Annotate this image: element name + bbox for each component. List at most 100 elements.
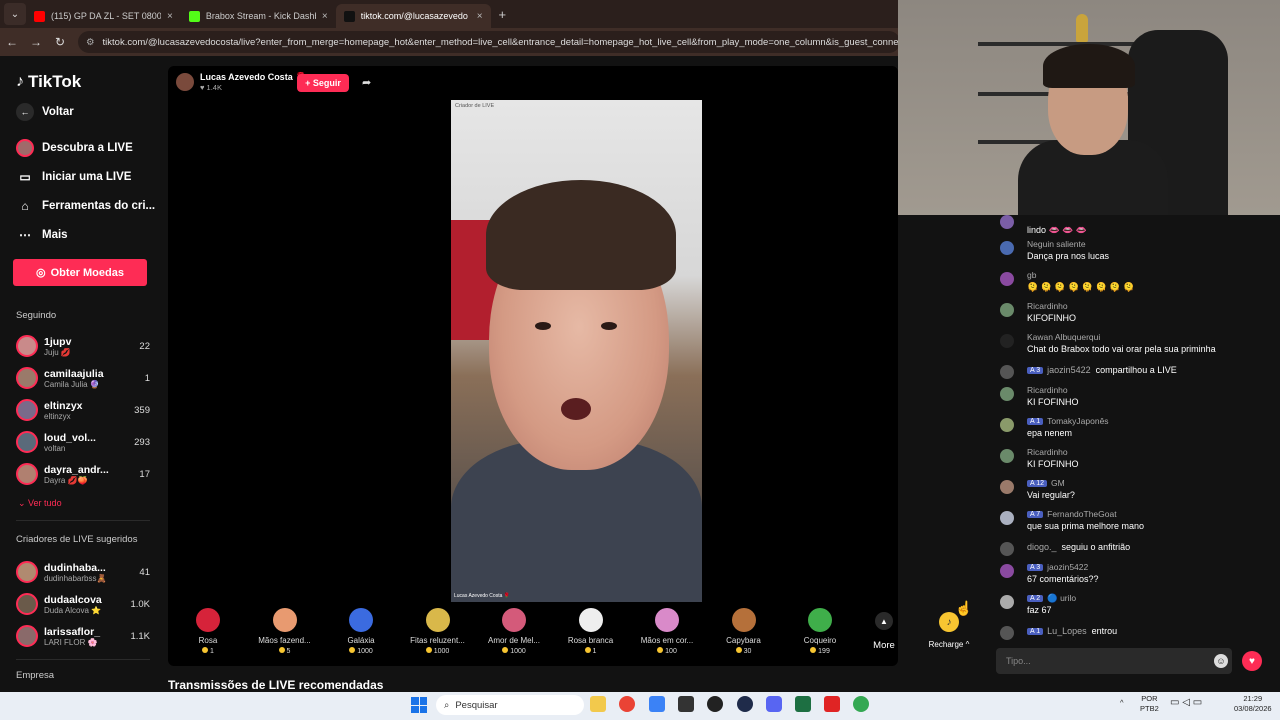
- chat-username[interactable]: 🔵 urilo: [1047, 593, 1076, 603]
- sidebar-item[interactable]: ● Descubra a LIVE: [16, 139, 133, 157]
- close-icon[interactable]: ×: [477, 11, 483, 22]
- chat-event-text: seguiu o anfitrião: [1061, 542, 1131, 552]
- account-row[interactable]: eltinzyx eltinzyx 359: [16, 396, 150, 424]
- chat-username-line: A 1 TomakyJaponês: [1027, 416, 1109, 426]
- more-dots-icon: ⋯: [19, 228, 31, 242]
- share-icon[interactable]: ➦: [362, 76, 371, 89]
- account-row[interactable]: camilaajulia Camila Julia 🔮 1: [16, 364, 150, 392]
- close-icon[interactable]: ×: [322, 11, 328, 22]
- tab-title: tiktok.com/@lucasazevedo: [360, 11, 468, 21]
- trophy: [1076, 14, 1088, 42]
- see-all-link[interactable]: ⌄ Ver tudo: [18, 498, 62, 509]
- account-row[interactable]: dudinhaba... dudinhabarbss🧸 41: [16, 558, 150, 586]
- gift-item[interactable]: Fitas reluzent... 1000: [400, 608, 476, 655]
- excel-icon[interactable]: [795, 696, 811, 712]
- gift-item[interactable]: Galáxia 1000: [323, 608, 399, 655]
- gift-icon: [349, 608, 373, 632]
- follow-button[interactable]: + Seguir: [297, 74, 349, 92]
- gift-icon: [272, 608, 297, 632]
- gift-item[interactable]: Mãos em cor... 100: [629, 608, 705, 655]
- app-icon[interactable]: [649, 696, 665, 712]
- sidebar-item[interactable]: ← Voltar: [16, 103, 74, 121]
- gift-item[interactable]: Rosa branca 1: [553, 608, 629, 655]
- gift-item[interactable]: Mãos fazend... 5: [247, 608, 323, 655]
- chrome-icon[interactable]: [853, 696, 869, 712]
- address-bar[interactable]: ⚙ tiktok.com/@lucasazevedocosta/live?ent…: [78, 31, 900, 53]
- reload-icon[interactable]: ↻: [48, 35, 72, 49]
- chat-username[interactable]: Ricardinho: [1027, 385, 1068, 395]
- chat-username[interactable]: Ricardinho: [1027, 301, 1068, 311]
- obs-icon[interactable]: [707, 696, 723, 712]
- chat-username[interactable]: GM: [1051, 478, 1065, 488]
- tiktok-logo[interactable]: ♪ TikTok: [16, 72, 81, 92]
- account-row[interactable]: larissaflor_ LARI FLOR 🌸 1.1K: [16, 622, 150, 650]
- sidebar-item[interactable]: ⌂ Ferramentas do cri...: [16, 197, 155, 215]
- recharge-button[interactable]: ♪ Recharge ^: [926, 612, 972, 649]
- language-text: POR PTB2: [1140, 694, 1159, 713]
- avatar: [16, 463, 38, 485]
- clock[interactable]: 21:29 03/08/2026: [1234, 694, 1272, 714]
- account-name: camilaajulia: [44, 367, 104, 380]
- chat-username[interactable]: gb: [1027, 270, 1036, 280]
- browser-tab[interactable]: Brabox Stream - Kick Dashboar ×: [181, 4, 336, 28]
- gift-name: Fitas reluzent...: [410, 636, 465, 645]
- sidebar-item[interactable]: ⋯ Mais: [16, 226, 68, 244]
- level-badge: A 1: [1027, 418, 1044, 425]
- file-explorer-icon[interactable]: [590, 696, 606, 712]
- account-names: eltinzyx eltinzyx: [44, 400, 134, 421]
- gift-item[interactable]: Amor de Mel... 1000: [476, 608, 552, 655]
- account-row[interactable]: dayra_andr... Dayra 💋🍑 17: [16, 460, 150, 488]
- host-info[interactable]: Lucas Azevedo Costa 🌹 ♥ 1.4K: [176, 72, 306, 92]
- taskbar-search[interactable]: ⌕ Pesquisar: [436, 695, 584, 715]
- gift-item[interactable]: Capybara 30: [706, 608, 782, 655]
- site-info-icon[interactable]: ⚙: [86, 37, 95, 48]
- more-gifts-button[interactable]: ▲ More: [872, 612, 896, 651]
- chat-text: Vai regular?: [1027, 490, 1075, 500]
- company-link[interactable]: Empresa: [16, 670, 54, 681]
- chrome-icon[interactable]: [619, 696, 635, 712]
- get-coins-button[interactable]: ◎ Obter Moedas: [13, 259, 147, 286]
- live-video[interactable]: Criador de LIVE Lucas Azevedo Costa 🌹: [451, 100, 702, 602]
- chat-text: KI FOFINHO: [1027, 459, 1079, 469]
- forward-icon[interactable]: →: [24, 35, 48, 49]
- chat-username[interactable]: Kawan Albuquerqui: [1027, 332, 1100, 342]
- heart-icon[interactable]: ♥: [1242, 651, 1262, 671]
- gift-item[interactable]: Rosa 1: [170, 608, 246, 655]
- sidebar-item[interactable]: ▭ Iniciar uma LIVE: [16, 168, 131, 186]
- browser-tab[interactable]: tiktok.com/@lucasazevedo ×: [335, 4, 491, 28]
- close-icon[interactable]: ×: [167, 11, 173, 22]
- level-badge: A 7: [1027, 511, 1044, 518]
- chat-username[interactable]: TomakyJaponês: [1047, 416, 1108, 426]
- account-row[interactable]: 1jupv Juju 💋 22: [16, 332, 150, 360]
- chat-username[interactable]: Ricardinho: [1027, 447, 1068, 457]
- discord-icon[interactable]: [766, 696, 782, 712]
- chat-username[interactable]: jaozin5422: [1047, 365, 1091, 375]
- host-name[interactable]: Lucas Azevedo Costa 🌹: [200, 72, 306, 83]
- chat-username[interactable]: Neguin saliente: [1027, 239, 1086, 249]
- windows-start-icon[interactable]: [411, 697, 427, 713]
- app-icon[interactable]: [737, 696, 753, 712]
- host-avatar[interactable]: [176, 73, 194, 91]
- account-names: 1jupv Juju 💋: [44, 336, 139, 357]
- account-row[interactable]: dudaalcova Duda Alcova ⭐ 1.0K: [16, 590, 150, 618]
- app-icon[interactable]: [678, 696, 694, 712]
- sidebar-item-label: Voltar: [42, 106, 74, 118]
- language-indicator[interactable]: POR PTB2: [1140, 694, 1159, 714]
- account-row[interactable]: loud_vol... voltan 293: [16, 428, 150, 456]
- browser-tab[interactable]: (115) GP DA ZL - SET 0800 "NO ×: [26, 4, 181, 28]
- gift-item[interactable]: Coqueiro 199: [782, 608, 858, 655]
- back-icon[interactable]: ←: [0, 35, 24, 49]
- emoji-icon[interactable]: ☺: [1214, 654, 1228, 668]
- chat-username[interactable]: diogo._: [1027, 542, 1057, 552]
- chat-username[interactable]: FernandoTheGoat: [1047, 509, 1116, 519]
- chat-username[interactable]: Lu_Lopes: [1047, 626, 1087, 636]
- tab-favicon-icon: [34, 10, 45, 22]
- new-tab-button[interactable]: +: [499, 7, 507, 22]
- tray-chevron-icon[interactable]: ^: [1120, 698, 1124, 708]
- network-icon[interactable]: ▭ ◁ ▭: [1170, 698, 1202, 708]
- webcam-overlay: [898, 0, 1280, 215]
- tab-search-icon[interactable]: ⌄: [4, 3, 26, 25]
- app-icon[interactable]: [824, 696, 840, 712]
- chat-input[interactable]: Tipo...: [996, 648, 1232, 674]
- chat-username[interactable]: jaozin5422: [1047, 562, 1088, 572]
